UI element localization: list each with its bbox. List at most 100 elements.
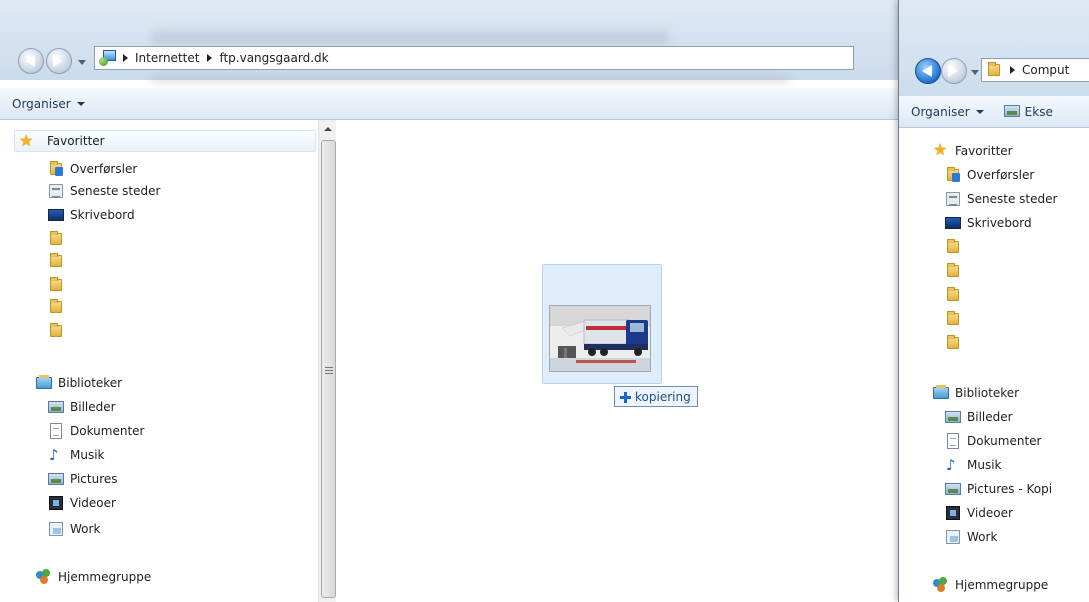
navigation-pane-scrollbar[interactable] (318, 120, 336, 602)
scrollbar-thumb[interactable] (321, 140, 336, 598)
favorite-item-folder[interactable] (945, 284, 967, 306)
organise-menu-button[interactable]: Organiser (12, 97, 85, 111)
breadcrumb-separator-icon[interactable] (1010, 66, 1015, 74)
forward-button[interactable] (941, 58, 967, 84)
recent-pages-dropdown-icon[interactable] (971, 70, 979, 75)
command-bar: Organiser Ekse (899, 96, 1089, 128)
plus-icon (619, 391, 631, 403)
favorite-item-label: Skrivebord (967, 216, 1032, 230)
scroll-up-arrow-icon[interactable] (319, 120, 337, 137)
libraries-header[interactable]: Biblioteker (933, 382, 1019, 404)
favorite-item-folder[interactable] (945, 260, 967, 282)
pictures-library-icon (945, 481, 961, 497)
recent-pages-dropdown-icon[interactable] (78, 60, 86, 65)
library-item-music[interactable]: ♪ Musik (945, 454, 1002, 476)
favorite-item-folder[interactable] (945, 308, 967, 330)
recent-places-icon (945, 191, 961, 207)
folder-icon (945, 287, 961, 303)
favorite-item-folder[interactable] (945, 236, 967, 258)
title-bar: Internettet ftp.vangsgaard.dk (0, 0, 898, 84)
homegroup-item[interactable]: Hjemmegruppe (36, 566, 151, 588)
favorite-item-folder[interactable] (48, 296, 70, 318)
breadcrumb-internet[interactable]: Internettet (135, 51, 199, 65)
favorite-item-desktop[interactable]: Skrivebord (945, 212, 1032, 234)
breadcrumb-separator-icon[interactable] (207, 54, 213, 62)
picture-icon (1003, 104, 1020, 119)
favorite-item-folder[interactable] (48, 274, 70, 296)
address-bar[interactable]: Internettet ftp.vangsgaard.dk (94, 46, 854, 70)
forward-button[interactable] (46, 48, 72, 74)
navigation-pane: ★ Favoritter Overførsler Seneste steder … (0, 120, 318, 602)
library-item-label: Videoer (70, 496, 116, 510)
favorite-item-downloads[interactable]: Overførsler (945, 164, 1034, 186)
favorite-item-desktop[interactable]: Skrivebord (48, 204, 135, 226)
favorites-star-icon: ★ (933, 140, 948, 159)
homegroup-icon (933, 577, 949, 593)
favorite-item-folder[interactable] (48, 228, 70, 250)
chevron-down-icon (76, 101, 85, 106)
favorite-item-label: Overførsler (70, 162, 138, 176)
favorite-item-recent[interactable]: Seneste steder (48, 180, 160, 202)
favorites-label: Favoritter (47, 134, 105, 148)
extra-toolbar-button[interactable]: Ekse (1003, 104, 1053, 119)
library-item-documents[interactable]: Dokumenter (48, 420, 144, 442)
library-item-label: Dokumenter (70, 424, 145, 438)
favorite-item-label: Overførsler (967, 168, 1035, 182)
pictures-library-icon (945, 409, 961, 425)
library-item-label: Billeder (967, 410, 1013, 424)
back-button[interactable] (915, 58, 941, 84)
libraries-icon (933, 385, 949, 401)
library-item-pictures-2[interactable]: Pictures (48, 468, 118, 490)
library-item-pictures[interactable]: Billeder (48, 396, 116, 418)
favorite-item-folder[interactable] (48, 250, 70, 272)
libraries-header[interactable]: Biblioteker (36, 372, 122, 394)
homegroup-label: Hjemmegruppe (58, 570, 152, 584)
favorite-item-folder[interactable] (48, 320, 70, 342)
favorite-item-recent[interactable]: Seneste steder (945, 188, 1057, 210)
address-bar[interactable]: Comput (981, 58, 1089, 82)
folder-icon (48, 253, 64, 269)
downloads-folder-icon (48, 161, 64, 177)
library-item-pictures-copy[interactable]: Pictures - Kopi (945, 478, 1052, 500)
downloads-folder-icon (945, 167, 961, 183)
work-library-icon (945, 529, 961, 545)
organise-menu-button[interactable]: Organiser (911, 105, 984, 119)
command-bar: Organiser (0, 88, 898, 120)
library-item-videos[interactable]: Videoer (48, 492, 116, 514)
library-item-label: Billeder (70, 400, 116, 414)
favorites-label: Favoritter (955, 144, 1013, 158)
ftp-explorer-window: Internettet ftp.vangsgaard.dk Organiser … (0, 0, 898, 602)
breadcrumb-ftp-site[interactable]: ftp.vangsgaard.dk (219, 51, 328, 65)
breadcrumb-computer[interactable]: Comput (1022, 63, 1069, 77)
breadcrumb-separator-icon[interactable] (123, 54, 128, 62)
favorite-item-downloads[interactable]: Overførsler (48, 158, 137, 180)
favorites-star-icon: ★ (19, 131, 34, 150)
folder-icon (945, 335, 961, 351)
desktop-icon (945, 215, 961, 231)
library-item-music[interactable]: ♪ Musik (48, 444, 105, 466)
library-item-documents[interactable]: Dokumenter (945, 430, 1041, 452)
libraries-icon (36, 375, 52, 391)
folder-icon (986, 62, 1002, 78)
library-item-videos[interactable]: Videoer (945, 502, 1013, 524)
library-item-work[interactable]: Work (945, 526, 997, 548)
favorites-header[interactable]: ★ Favoritter (933, 140, 1013, 162)
folder-icon (48, 323, 64, 339)
title-bar: Comput (899, 0, 1089, 104)
favorite-item-folder[interactable] (945, 332, 967, 354)
favorite-item-label: Skrivebord (70, 208, 135, 222)
library-item-pictures[interactable]: Billeder (945, 406, 1013, 428)
copy-tooltip-label: kopiering (635, 389, 691, 404)
library-item-work[interactable]: Work (48, 518, 100, 540)
truck-image-icon (550, 306, 650, 371)
folder-icon (945, 311, 961, 327)
documents-library-icon (48, 423, 64, 439)
homegroup-item[interactable]: Hjemmegruppe (933, 574, 1048, 596)
libraries-label: Biblioteker (58, 376, 123, 390)
libraries-label: Biblioteker (955, 386, 1020, 400)
favorites-header[interactable]: ★ Favoritter (14, 130, 316, 152)
navigation-pane: ★ Favoritter Overførsler Seneste steder … (899, 128, 1089, 602)
back-button[interactable] (18, 48, 44, 74)
forward-arrow-icon (53, 55, 63, 67)
favorite-item-label: Seneste steder (967, 192, 1058, 206)
